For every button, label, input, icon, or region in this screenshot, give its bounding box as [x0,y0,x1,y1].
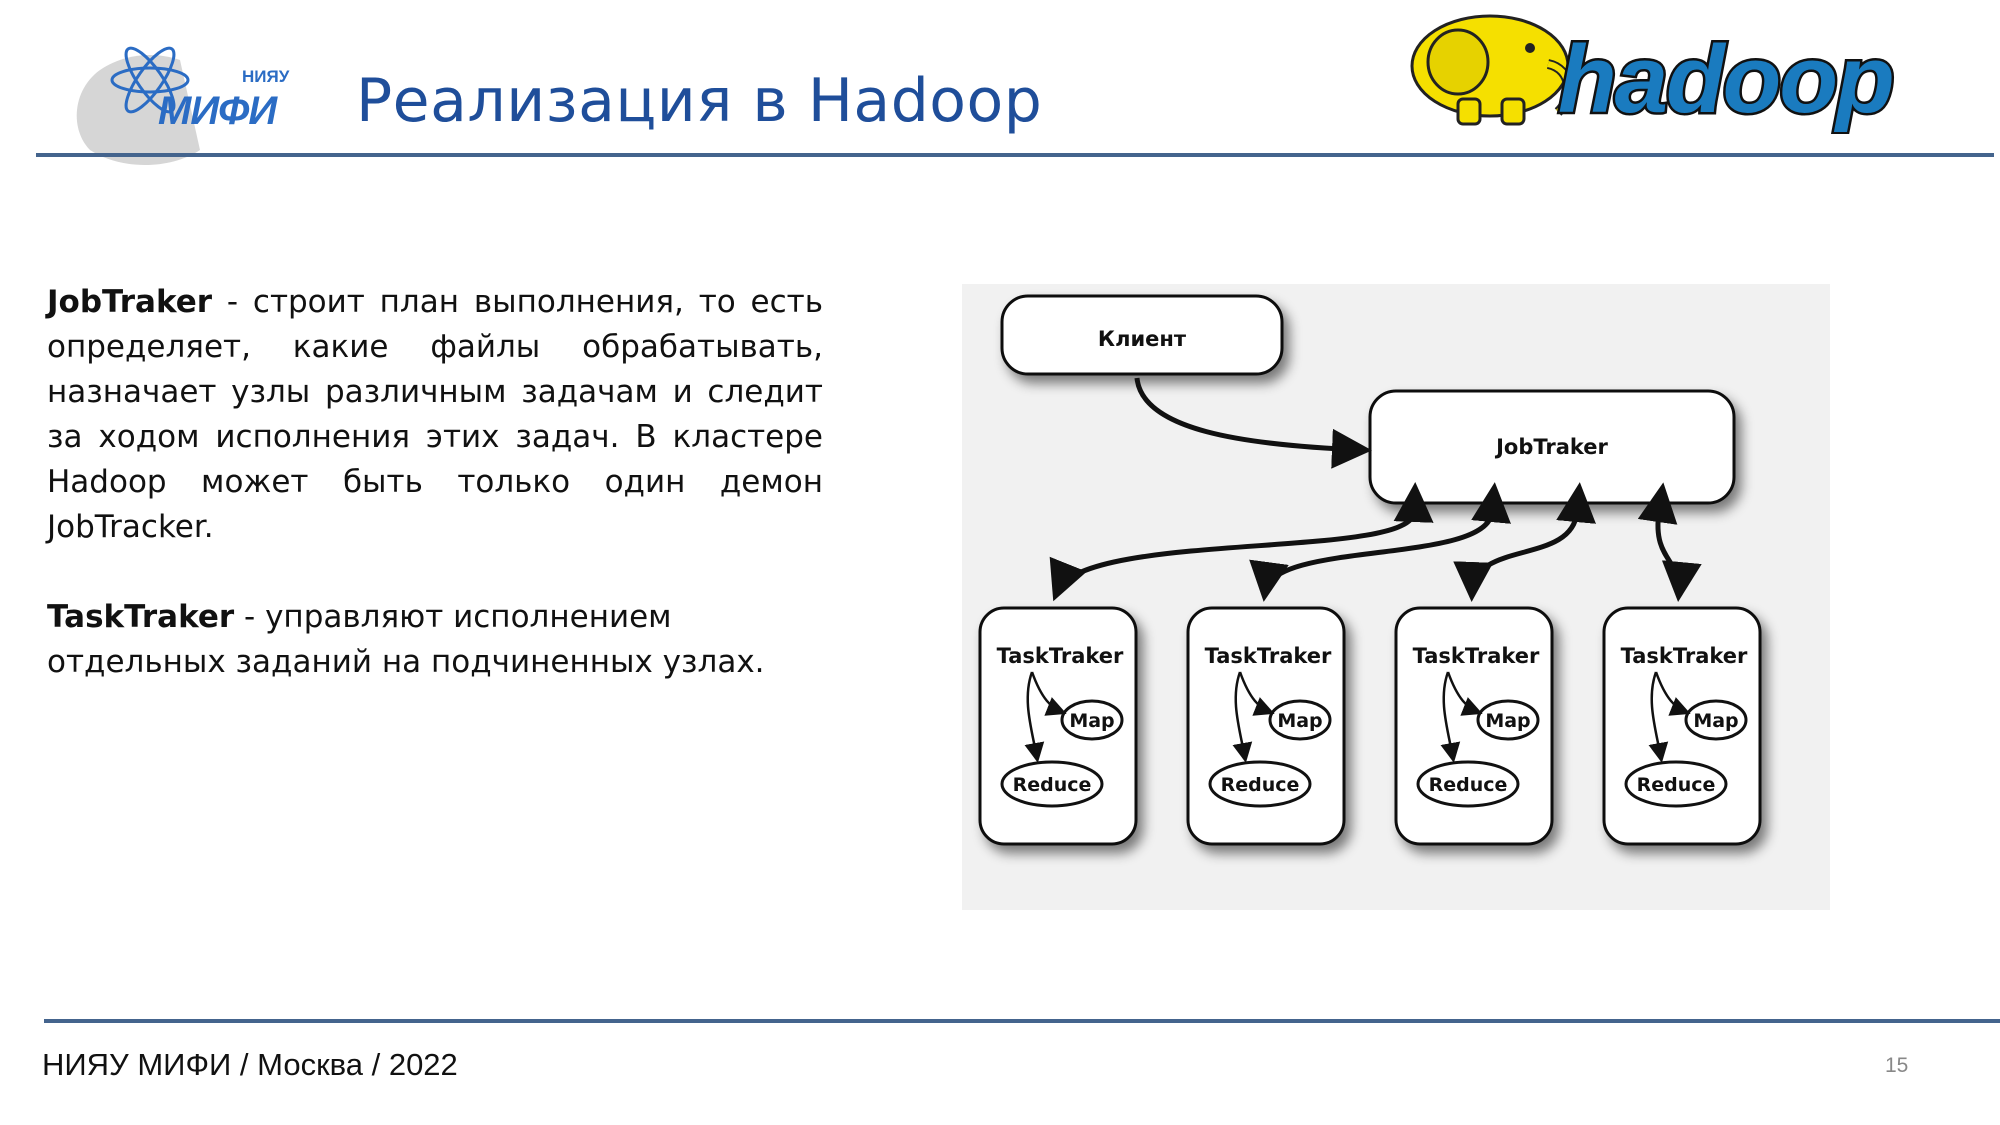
tasktracker-node: TaskTraker Map Reduce [1394,606,1554,846]
header-divider [36,153,1994,157]
tasktracker-node: TaskTraker Map Reduce [1602,606,1762,846]
map-label: Map [1693,710,1738,732]
map-label: Map [1277,710,1322,732]
hadoop-wordmark: hadoop [1558,26,1893,133]
reduce-label: Reduce [1637,774,1716,796]
tasktracker-label: TaskTraker [1413,644,1540,668]
map-label: Map [1069,710,1114,732]
jobtracker-description: JobTraker - строит план выполнения, то е… [47,280,823,550]
page-title: Реализация в Hadoop [356,66,1043,136]
tasktracker-label: TaskTraker [997,644,1124,668]
tasktracker-label: TaskTraker [1621,644,1748,668]
tasktracker-node: TaskTraker Map Reduce [1186,606,1346,846]
jobtracker-node: JobTraker [1368,389,1736,505]
tasktracker-term: TaskTraker [47,599,235,635]
map-label: Map [1485,710,1530,732]
client-node: Клиент [1000,294,1284,376]
reduce-label: Reduce [1429,774,1508,796]
hadoop-architecture-diagram: Клиент JobTraker TaskTraker Map Reduce T… [962,284,1830,910]
logo-main-text: МИФИ [158,89,278,133]
jobtracker-label: JobTraker [1494,435,1608,459]
logo-small-text: НИЯУ [242,67,290,86]
page-number: 15 [1885,1054,1909,1077]
jobtracker-term: JobTraker [47,284,213,320]
hadoop-logo: hadoop [1410,14,1897,134]
reduce-label: Reduce [1013,774,1092,796]
footer-divider [44,1019,2000,1023]
tasktracker-description: TaskTraker - управляют исполнением отдел… [47,595,823,685]
footer-text: НИЯУ МИФИ / Москва / 2022 [42,1047,458,1082]
tasktracker-label: TaskTraker [1205,644,1332,668]
tasktracker-node: TaskTraker Map Reduce [978,606,1138,846]
client-label: Клиент [1098,327,1187,351]
jobtracker-definition: - строит план выполнения, то есть опреде… [47,284,823,545]
hadoop-elephant-icon [1410,14,1574,126]
reduce-label: Reduce [1221,774,1300,796]
